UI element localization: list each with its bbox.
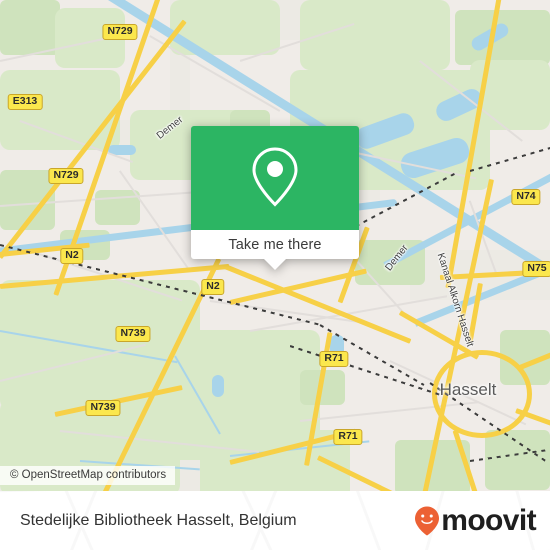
map-attribution[interactable]: © OpenStreetMap contributors	[0, 466, 176, 485]
location-popup-card[interactable]: Take me there	[191, 126, 359, 270]
water-label: Demer	[383, 242, 411, 274]
popup-header	[191, 126, 359, 230]
water-label: Kanaal Alkorn Hasselt	[434, 251, 476, 349]
road-shield-n739: N739	[115, 326, 151, 342]
road-shield-n2: N2	[201, 279, 225, 295]
popup-pointer-tail	[264, 259, 286, 270]
road-shield-n739: N739	[85, 400, 121, 416]
moovit-logo[interactable]: moovit	[414, 503, 537, 537]
road-shield-n729: N729	[102, 24, 138, 40]
road-shield-n75: N75	[522, 261, 550, 277]
bottom-info-bar: Stedelijke Bibliotheek Hasselt, Belgium …	[0, 491, 550, 550]
road-shield-r71: R71	[333, 429, 363, 445]
road-shield-e313: E313	[7, 94, 43, 110]
moovit-wordmark: moovit	[441, 503, 536, 537]
take-me-there-label: Take me there	[228, 236, 322, 253]
road-shield-n74: N74	[511, 189, 541, 205]
road-shield-r71: R71	[319, 351, 349, 367]
moovit-map-screenshot: N729 E313 N729 N2 N2 N739 N739 R71 R71 N74 N75 Deme…	[0, 0, 550, 550]
moovit-pin-smiley-icon	[415, 506, 440, 535]
road-shield-n2: N2	[60, 248, 84, 264]
road-shield-n729: N729	[48, 168, 84, 184]
attribution-label: © OpenStreetMap contributors	[10, 469, 167, 481]
map-pin-icon	[247, 143, 303, 214]
place-title: Stedelijke Bibliotheek Hasselt, Belgium	[20, 511, 297, 529]
take-me-there-button[interactable]: Take me there	[191, 230, 359, 259]
map-canvas[interactable]: N729 E313 N729 N2 N2 N739 N739 R71 R71 N74 N75 Deme…	[0, 0, 550, 491]
water-label: Demer	[154, 114, 186, 142]
city-label-hasselt: Hasselt	[439, 380, 497, 399]
